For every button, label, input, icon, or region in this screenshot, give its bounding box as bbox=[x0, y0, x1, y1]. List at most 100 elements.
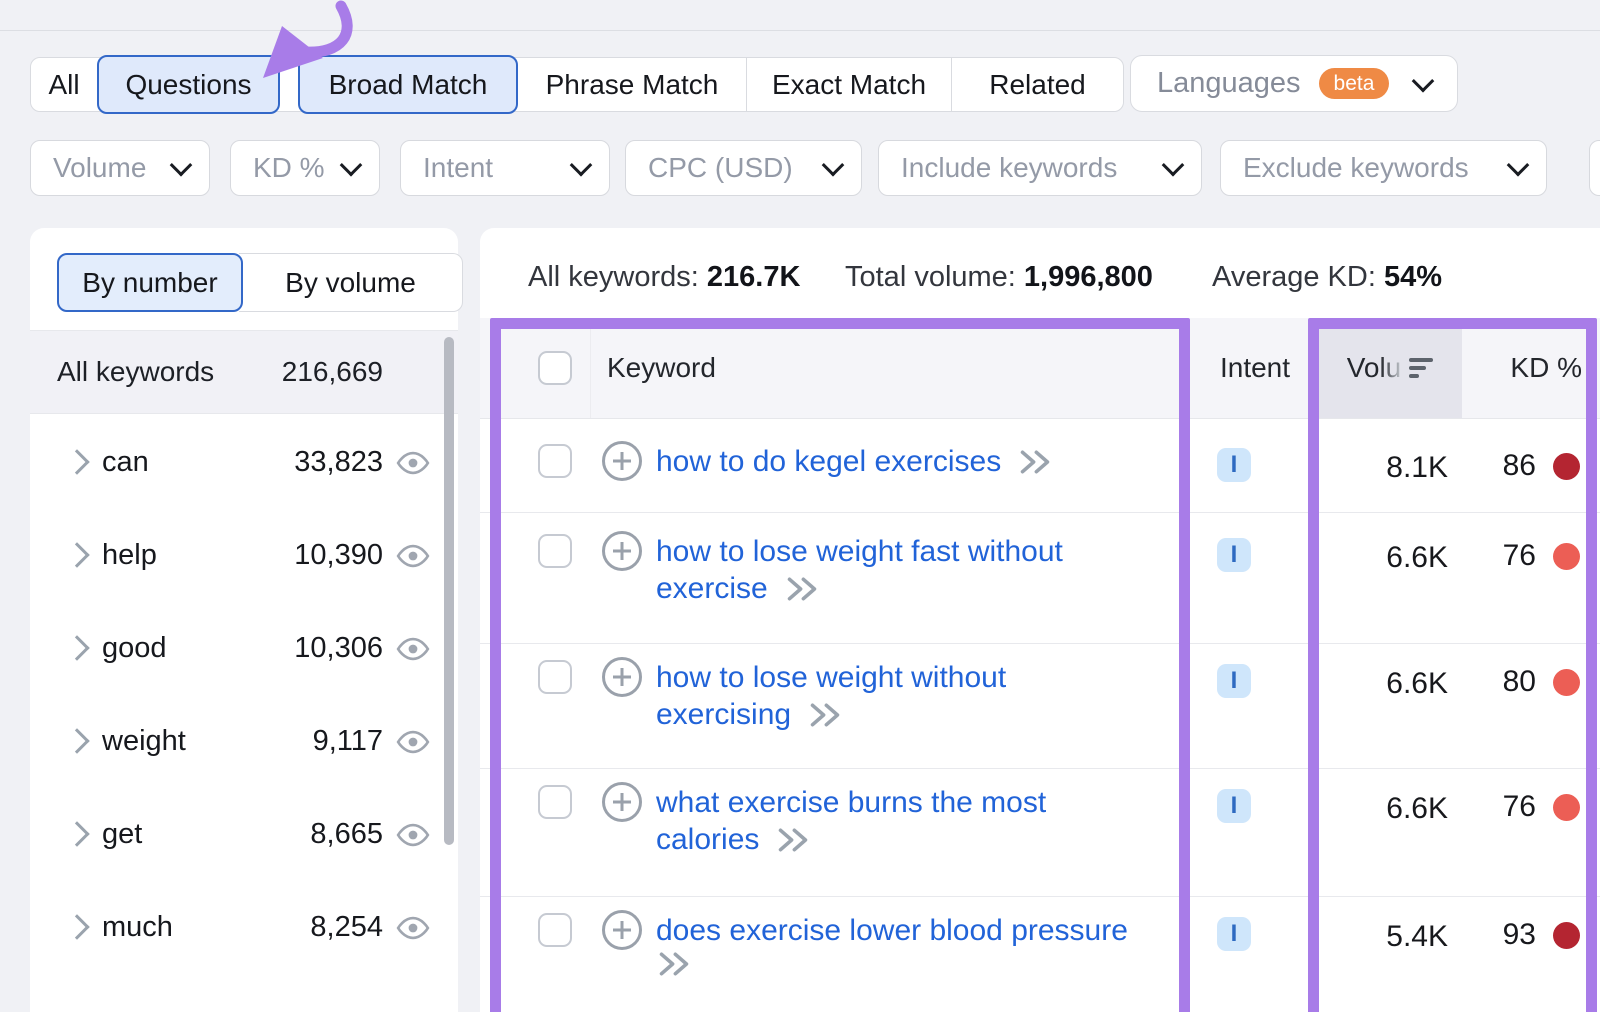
kd-value: 76 bbox=[1503, 790, 1536, 824]
filter-exclude-keywords[interactable]: Exclude keywords bbox=[1220, 140, 1547, 196]
top-divider bbox=[0, 30, 1600, 31]
row-checkbox[interactable] bbox=[538, 785, 572, 819]
tab-related[interactable]: Related bbox=[951, 58, 1123, 111]
keyword-link[interactable]: how to lose weight fast withoutexercise bbox=[656, 533, 1063, 607]
row-checkbox[interactable] bbox=[538, 660, 572, 694]
keyword-group-good[interactable]: good10,306 bbox=[30, 602, 458, 695]
tab-all[interactable]: All bbox=[31, 58, 97, 111]
eye-icon[interactable] bbox=[396, 818, 430, 852]
keyword-text-line: how to lose weight fast without bbox=[656, 533, 1063, 570]
group-label: much bbox=[102, 910, 173, 943]
add-keyword-icon[interactable] bbox=[602, 782, 642, 822]
chevron-down-icon bbox=[570, 154, 593, 177]
keyword-group-get[interactable]: get8,665 bbox=[30, 788, 458, 881]
expand-keyword-icon[interactable] bbox=[775, 825, 811, 855]
keyword-link[interactable]: how to lose weight withoutexercising bbox=[656, 659, 1006, 733]
keyword-text-line: how to do kegel exercises bbox=[656, 443, 1053, 480]
sort-by-number-toggle[interactable]: By number bbox=[57, 253, 243, 312]
expand-keyword-icon[interactable] bbox=[1017, 447, 1053, 477]
keyword-text-line bbox=[656, 949, 1128, 979]
filter-label: Volume bbox=[53, 152, 146, 184]
eye-icon[interactable] bbox=[396, 632, 430, 666]
tab-exact-match[interactable]: Exact Match bbox=[746, 58, 951, 111]
expand-keyword-icon[interactable] bbox=[807, 700, 843, 730]
languages-label: Languages bbox=[1157, 67, 1301, 100]
group-label: get bbox=[102, 817, 142, 850]
all-keywords-row[interactable]: All keywords 216,669 bbox=[30, 330, 458, 414]
row-divider bbox=[480, 512, 1600, 513]
group-label: can bbox=[102, 445, 149, 478]
kd-column-header[interactable]: KD % bbox=[1462, 318, 1582, 418]
sidebar-scrollbar[interactable] bbox=[444, 337, 454, 845]
chevron-down-icon bbox=[340, 154, 363, 177]
volume-value: 8.1K bbox=[1318, 451, 1448, 485]
expand-keyword-icon[interactable] bbox=[784, 574, 820, 604]
keyword-group-much[interactable]: much8,254 bbox=[30, 881, 458, 974]
group-label: weight bbox=[102, 724, 186, 757]
filter-dropdown-partial[interactable] bbox=[1589, 140, 1600, 196]
intent-badge-informational: I bbox=[1217, 538, 1251, 572]
intent-badge-informational: I bbox=[1217, 917, 1251, 951]
all-keywords-count: 216,669 bbox=[282, 356, 383, 388]
filter-cpc-usd-[interactable]: CPC (USD) bbox=[625, 140, 862, 196]
select-all-checkbox[interactable] bbox=[538, 351, 572, 385]
volume-column-header[interactable]: Volu bbox=[1318, 318, 1462, 418]
eye-icon[interactable] bbox=[396, 446, 430, 480]
kd-difficulty-dot bbox=[1553, 669, 1580, 696]
by-number-label: By number bbox=[82, 267, 217, 299]
eye-icon[interactable] bbox=[396, 539, 430, 573]
tab-broad-match[interactable]: Broad Match bbox=[298, 55, 518, 114]
intent-column-header: Intent bbox=[1200, 318, 1310, 418]
add-keyword-icon[interactable] bbox=[602, 441, 642, 481]
group-count: 33,823 bbox=[294, 445, 383, 478]
match-type-tabs: AllQuestions Broad MatchPhrase MatchExact… bbox=[30, 57, 1124, 112]
keyword-groups-sidebar: By number By volume All keywords 216,669… bbox=[30, 228, 458, 1012]
tab-gap bbox=[280, 58, 298, 111]
volume-value: 5.4K bbox=[1318, 920, 1448, 954]
row-checkbox[interactable] bbox=[538, 444, 572, 478]
tab-questions[interactable]: Questions bbox=[97, 55, 280, 114]
languages-dropdown[interactable]: Languages beta bbox=[1130, 55, 1458, 112]
row-checkbox[interactable] bbox=[538, 534, 572, 568]
keyword-text-line: does exercise lower blood pressure bbox=[656, 912, 1128, 949]
kd-value: 93 bbox=[1503, 918, 1536, 952]
kd-difficulty-dot bbox=[1553, 453, 1580, 480]
chevron-down-icon bbox=[822, 154, 845, 177]
add-keyword-icon[interactable] bbox=[602, 910, 642, 950]
add-keyword-icon[interactable] bbox=[602, 531, 642, 571]
beta-badge: beta bbox=[1319, 68, 1390, 99]
volume-value: 6.6K bbox=[1318, 541, 1448, 575]
keyword-link[interactable]: how to do kegel exercises bbox=[656, 443, 1053, 480]
tab-phrase-match[interactable]: Phrase Match bbox=[518, 58, 746, 111]
expand-keyword-icon[interactable] bbox=[656, 949, 692, 979]
filter-label: Intent bbox=[423, 152, 493, 184]
summary-all-keywords-label: All keywords: bbox=[528, 261, 699, 293]
kd-value: 80 bbox=[1503, 665, 1536, 699]
keyword-group-help[interactable]: help10,390 bbox=[30, 509, 458, 602]
keyword-link[interactable]: what exercise burns the mostcalories bbox=[656, 784, 1046, 858]
keyword-group-weight[interactable]: weight9,117 bbox=[30, 695, 458, 788]
sort-by-volume-toggle[interactable]: By volume bbox=[239, 253, 463, 312]
eye-icon[interactable] bbox=[396, 725, 430, 759]
eye-icon[interactable] bbox=[396, 911, 430, 945]
chevron-right-icon bbox=[64, 821, 89, 846]
summary-total-volume-label: Total volume: bbox=[845, 261, 1016, 293]
chevron-down-icon bbox=[1507, 154, 1530, 177]
filter-label: Include keywords bbox=[901, 152, 1117, 184]
summary-all-keywords: All keywords: 216.7K bbox=[528, 261, 800, 294]
filter-volume[interactable]: Volume bbox=[30, 140, 210, 196]
keyword-group-can[interactable]: can 33,823 bbox=[30, 416, 458, 509]
filter-kd-[interactable]: KD % bbox=[230, 140, 380, 196]
filter-include-keywords[interactable]: Include keywords bbox=[878, 140, 1202, 196]
kd-difficulty-dot bbox=[1553, 794, 1580, 821]
keyword-link[interactable]: does exercise lower blood pressure bbox=[656, 912, 1128, 979]
filter-intent[interactable]: Intent bbox=[400, 140, 610, 196]
keyword-text-line: exercising bbox=[656, 696, 1006, 733]
summary-average-kd-value: 54% bbox=[1384, 261, 1442, 293]
keyword-text-line: how to lose weight without bbox=[656, 659, 1006, 696]
row-checkbox[interactable] bbox=[538, 913, 572, 947]
add-keyword-icon[interactable] bbox=[602, 657, 642, 697]
kd-cell: 93 bbox=[1462, 918, 1594, 952]
chevron-right-icon bbox=[64, 449, 89, 474]
kd-value: 86 bbox=[1503, 449, 1536, 483]
